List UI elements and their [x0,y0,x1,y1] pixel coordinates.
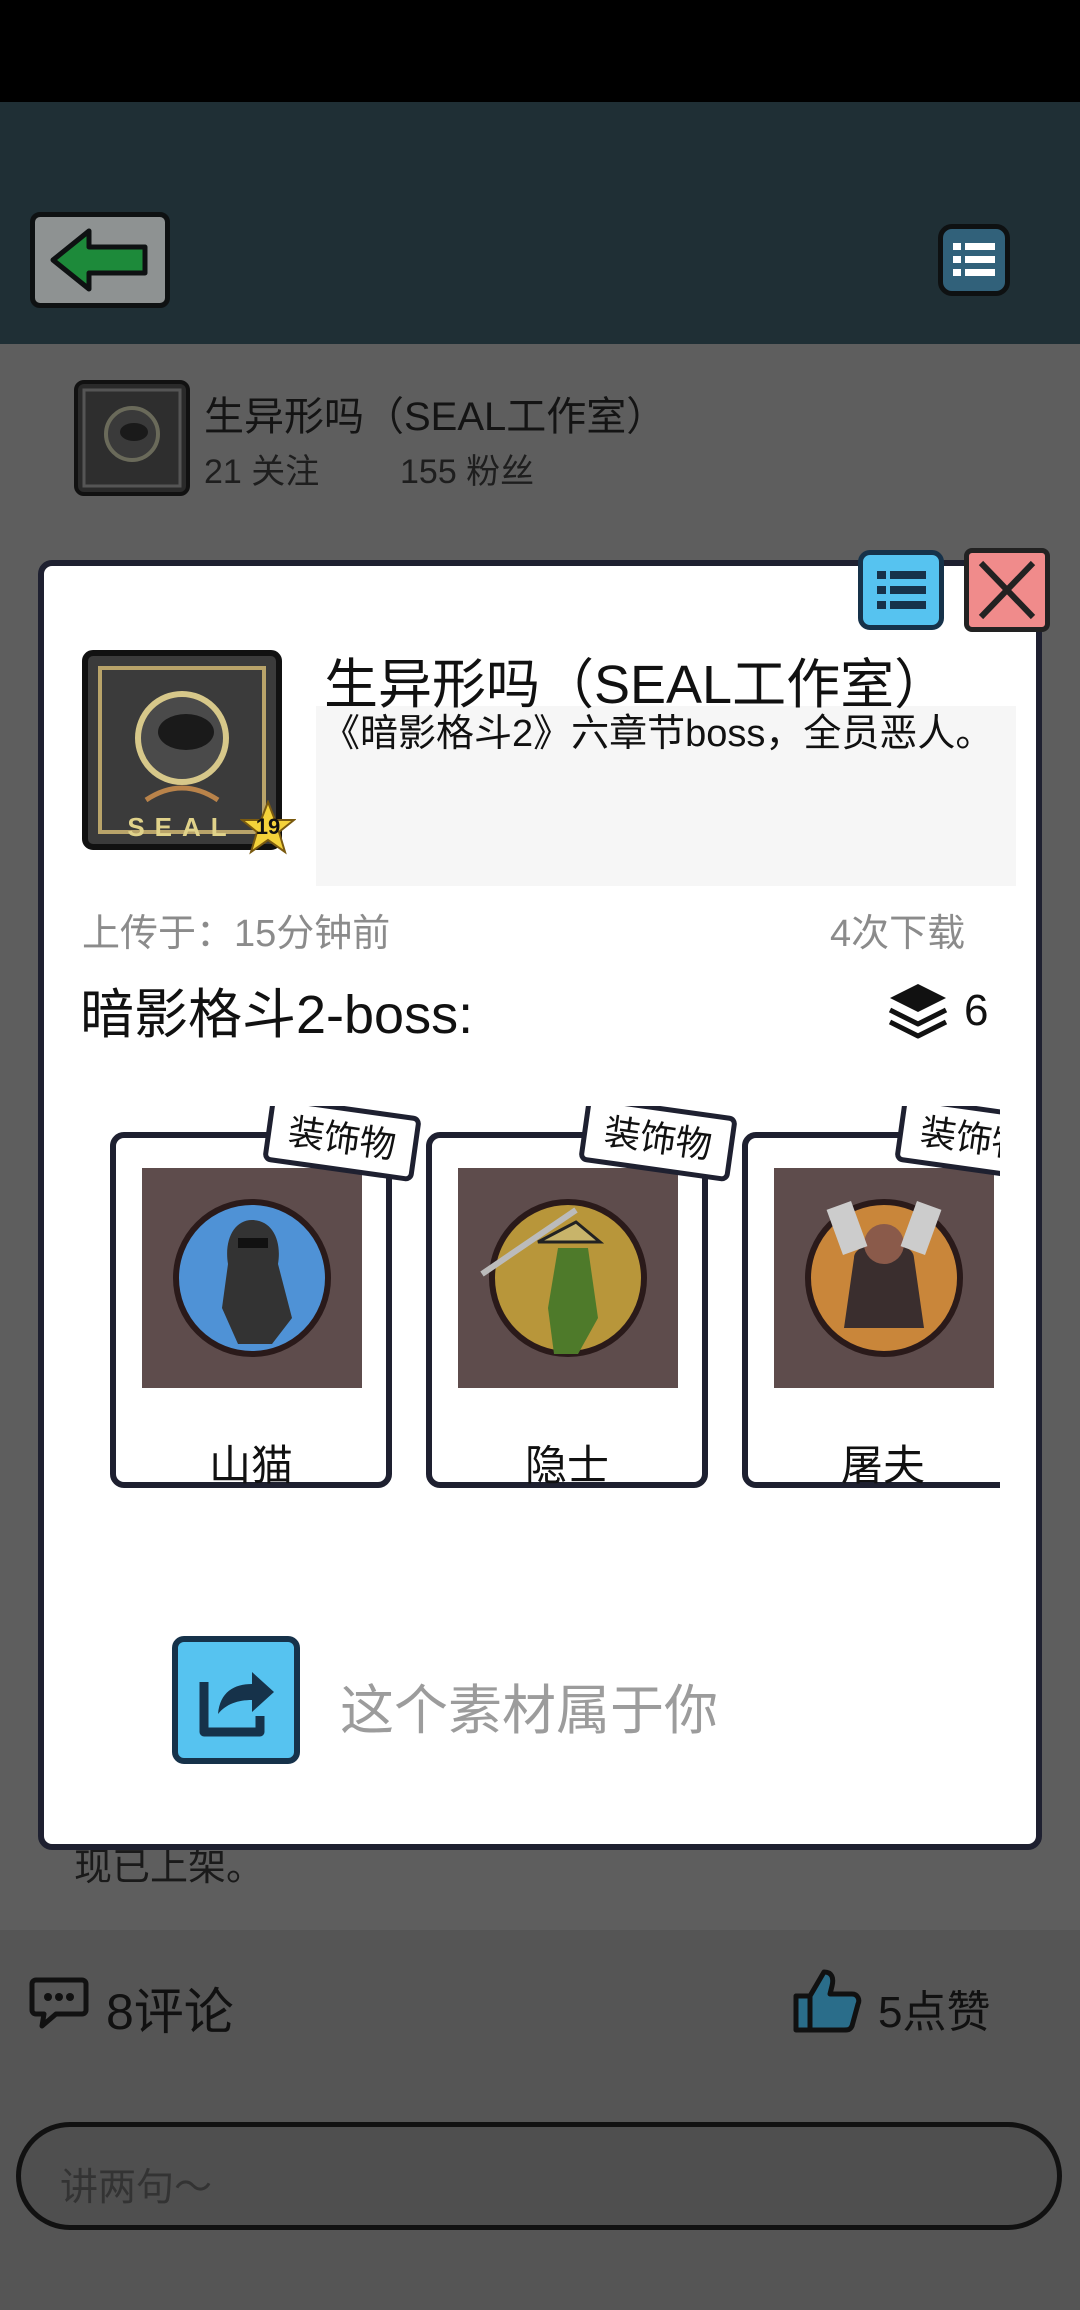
comment-input-placeholder: 讲两句～ [60,2167,213,2209]
arrow-left-icon [50,228,148,292]
author-fans-count[interactable]: 155 粉丝 [400,444,534,493]
dialog-list-button[interactable] [858,550,944,630]
author-avatar[interactable] [74,380,190,496]
item-name: 山猫 [208,1442,293,1489]
close-icon [978,560,1036,620]
collection-name: 暗影格斗2-boss: [80,985,474,1045]
seal-logo-text: SEAL [127,812,236,842]
item-count: 6 [964,986,989,1035]
list-icon [953,243,995,276]
item-card-hermit[interactable]: 隐士 [426,1132,708,1489]
pack-description: 《暗影格斗2》六章节boss，全员恶人。 [322,713,994,755]
items-carousel[interactable]: 山猫 装饰物 隐士 装饰物 屠夫 装饰物 [104,1106,1000,1496]
item-name: 隐士 [524,1442,609,1489]
layers-icon [888,984,948,1039]
item-image [458,1168,678,1388]
speech-bubble-icon[interactable] [28,1972,90,2032]
upload-time: 上传于：15分钟前 [82,913,391,955]
comment-count[interactable]: 8评论 [106,1972,234,2044]
item-image [142,1168,362,1388]
status-bar [0,0,1080,102]
item-name: 屠夫 [840,1442,925,1489]
owner-text: 这个素材属于你 [340,1681,718,1741]
download-count: 4次下载 [830,913,966,955]
item-card-butcher[interactable]: 屠夫 [742,1132,1000,1489]
share-icon [199,1672,274,1737]
item-card-lynx[interactable]: 山猫 [110,1132,392,1489]
like-count[interactable]: 5点赞 [878,1976,990,2040]
list-icon [877,571,926,609]
dialog-close-button[interactable] [964,548,1050,632]
back-button[interactable] [30,212,170,308]
pack-title: 生异形吗（SEAL工作室） [324,655,949,715]
thumbs-up-icon[interactable] [790,1964,862,2036]
badge-level: 19 [255,814,281,839]
author-name[interactable]: 生异形吗（SEAL工作室） [204,384,666,442]
share-button[interactable] [172,1636,300,1764]
author-following-count[interactable]: 21 关注 [204,444,319,493]
menu-button[interactable] [938,224,1010,296]
item-image [774,1168,994,1388]
seal-logo-icon [82,388,182,488]
